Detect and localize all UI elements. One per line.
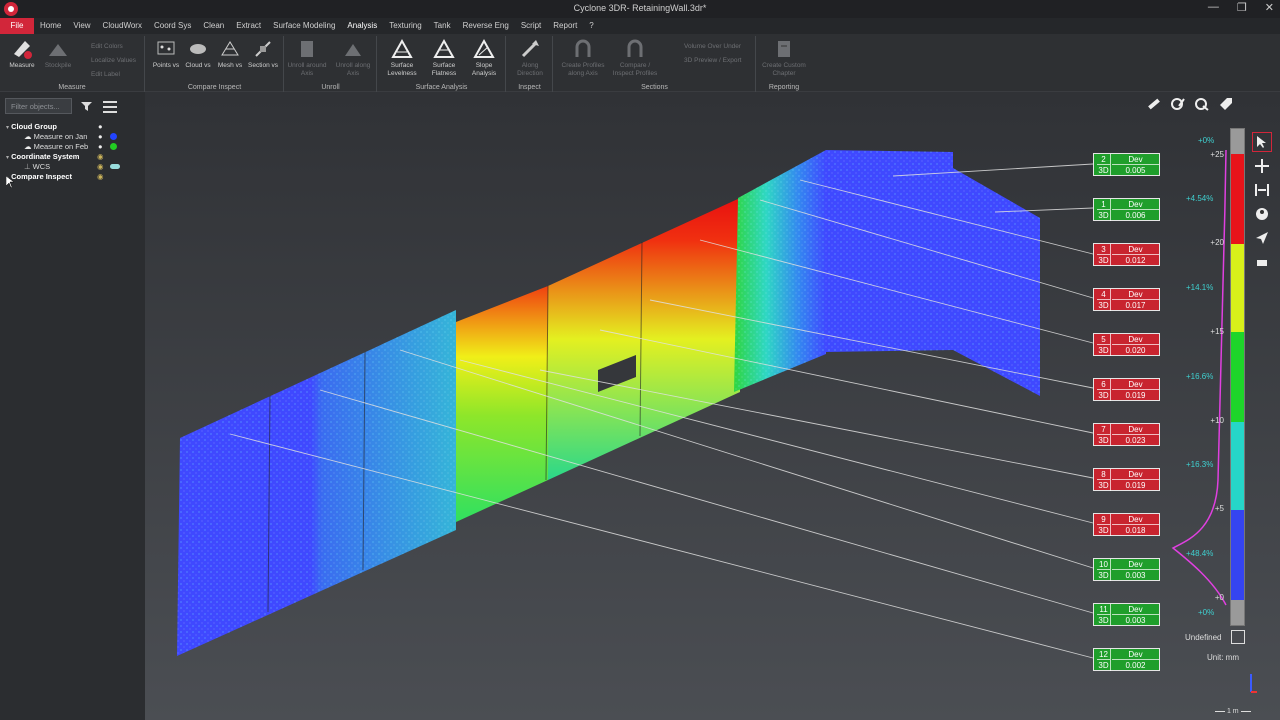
tick-label: +0 xyxy=(1214,593,1224,602)
label-id: 11 xyxy=(1097,604,1111,615)
unit-label: Unit: mm xyxy=(1207,653,1239,662)
tick-label: +15 xyxy=(1210,327,1224,336)
deviation-label[interactable]: 10 Dev 3D 0.003 xyxy=(1093,558,1160,581)
edit-label-icon[interactable] xyxy=(1170,96,1186,112)
label-mode: 3D xyxy=(1097,390,1111,401)
pct-label: +16.3% xyxy=(1186,460,1214,469)
tick-label: +20 xyxy=(1210,238,1224,247)
label-dev: 0.003 xyxy=(1125,571,1146,580)
viewport-toolbar xyxy=(1146,96,1234,112)
deviation-label[interactable]: 6 Dev 3D 0.019 xyxy=(1093,378,1160,401)
pct-label: +0% xyxy=(1198,136,1215,145)
label-dev: 0.017 xyxy=(1125,301,1146,310)
tick-label: +10 xyxy=(1210,416,1224,425)
pct-label: +16.6% xyxy=(1186,372,1214,381)
label-dev: 0.023 xyxy=(1125,436,1146,445)
label-mode: 3D xyxy=(1097,660,1111,671)
label-kind: Dev xyxy=(1112,289,1159,300)
label-id: 6 xyxy=(1097,379,1111,390)
label-kind: Dev xyxy=(1112,379,1159,390)
deviation-label[interactable]: 11 Dev 3D 0.003 xyxy=(1093,603,1160,626)
label-kind: Dev xyxy=(1112,334,1159,345)
deviation-label[interactable]: 2 Dev 3D 0.005 xyxy=(1093,153,1160,176)
label-kind: Dev xyxy=(1112,514,1159,525)
deviation-label[interactable]: 3 Dev 3D 0.012 xyxy=(1093,243,1160,266)
deviation-label[interactable]: 5 Dev 3D 0.020 xyxy=(1093,333,1160,356)
label-kind: Dev xyxy=(1112,604,1159,615)
measure-angle-icon[interactable] xyxy=(1194,96,1210,112)
label-mode: 3D xyxy=(1097,165,1111,176)
wall-panel-center-left xyxy=(456,286,548,522)
label-mode: 3D xyxy=(1097,525,1111,536)
pct-label: +48.4% xyxy=(1186,549,1214,558)
label-id: 4 xyxy=(1097,289,1111,300)
axis-triad-icon xyxy=(1250,674,1257,693)
label-id: 7 xyxy=(1097,424,1111,435)
eraser-tool[interactable] xyxy=(1252,252,1272,272)
label-dev: 0.006 xyxy=(1125,211,1146,220)
label-id: 8 xyxy=(1097,469,1111,480)
pct-label: +14.1% xyxy=(1186,283,1214,292)
label-mode: 3D xyxy=(1097,345,1111,356)
deviation-label[interactable]: 4 Dev 3D 0.017 xyxy=(1093,288,1160,311)
label-kind: Dev xyxy=(1112,199,1159,210)
cursor-icon xyxy=(1257,136,1266,148)
label-mode: 3D xyxy=(1097,615,1111,626)
label-kind: Dev xyxy=(1112,244,1159,255)
tick-label: +25 xyxy=(1210,150,1224,159)
undefined-checkbox[interactable] xyxy=(1231,630,1245,644)
label-dev: 0.019 xyxy=(1125,391,1146,400)
label-dev: 0.003 xyxy=(1125,616,1146,625)
label-kind: Dev xyxy=(1112,649,1159,660)
fit-icon xyxy=(1255,184,1269,196)
deviation-label[interactable]: 1 Dev 3D 0.006 xyxy=(1093,198,1160,221)
pct-label: +4.54% xyxy=(1186,194,1214,203)
eraser-icon xyxy=(1257,260,1267,266)
deviation-label[interactable]: 12 Dev 3D 0.002 xyxy=(1093,648,1160,671)
ruler-icon[interactable] xyxy=(1146,96,1162,112)
label-id: 9 xyxy=(1097,514,1111,525)
label-mode: 3D xyxy=(1097,480,1111,491)
label-dev: 0.012 xyxy=(1125,256,1146,265)
label-id: 10 xyxy=(1097,559,1111,570)
label-mode: 3D xyxy=(1097,300,1111,311)
fit-tool[interactable] xyxy=(1252,180,1272,200)
label-id: 12 xyxy=(1097,649,1111,660)
label-mode: 3D xyxy=(1097,255,1111,266)
label-mode: 3D xyxy=(1097,210,1111,221)
send-tool[interactable] xyxy=(1252,228,1272,248)
scale-bar: 1 m xyxy=(1215,708,1251,715)
label-dev: 0.002 xyxy=(1125,661,1146,670)
undefined-label: Undefined xyxy=(1185,633,1222,642)
color-scale-bar[interactable] xyxy=(1230,128,1245,626)
label-kind: Dev xyxy=(1112,469,1159,480)
point-cloud-render xyxy=(177,150,1094,659)
deviation-label[interactable]: 8 Dev 3D 0.019 xyxy=(1093,468,1160,491)
pct-label: +0% xyxy=(1198,608,1215,617)
deviation-label[interactable]: 7 Dev 3D 0.023 xyxy=(1093,423,1160,446)
label-mode: 3D xyxy=(1097,570,1111,581)
label-id: 2 xyxy=(1097,154,1111,165)
label-kind: Dev xyxy=(1112,559,1159,570)
label-dev: 0.019 xyxy=(1125,481,1146,490)
move-icon xyxy=(1255,159,1269,173)
person-view-icon xyxy=(1256,208,1268,220)
select-tool[interactable] xyxy=(1252,132,1272,152)
label-dev: 0.020 xyxy=(1125,346,1146,355)
label-dev: 0.018 xyxy=(1125,526,1146,535)
right-toolbar xyxy=(1252,132,1274,276)
label-id: 5 xyxy=(1097,334,1111,345)
view-tool[interactable] xyxy=(1252,204,1272,224)
label-dev: 0.005 xyxy=(1125,166,1146,175)
label-id: 1 xyxy=(1097,199,1111,210)
label-kind: Dev xyxy=(1112,424,1159,435)
move-tool[interactable] xyxy=(1252,156,1272,176)
tick-label: +5 xyxy=(1214,504,1224,513)
paper-plane-icon xyxy=(1256,232,1268,244)
deviation-label[interactable]: 9 Dev 3D 0.018 xyxy=(1093,513,1160,536)
label-kind: Dev xyxy=(1112,154,1159,165)
tag-icon[interactable] xyxy=(1218,96,1234,112)
label-id: 3 xyxy=(1097,244,1111,255)
label-mode: 3D xyxy=(1097,435,1111,446)
